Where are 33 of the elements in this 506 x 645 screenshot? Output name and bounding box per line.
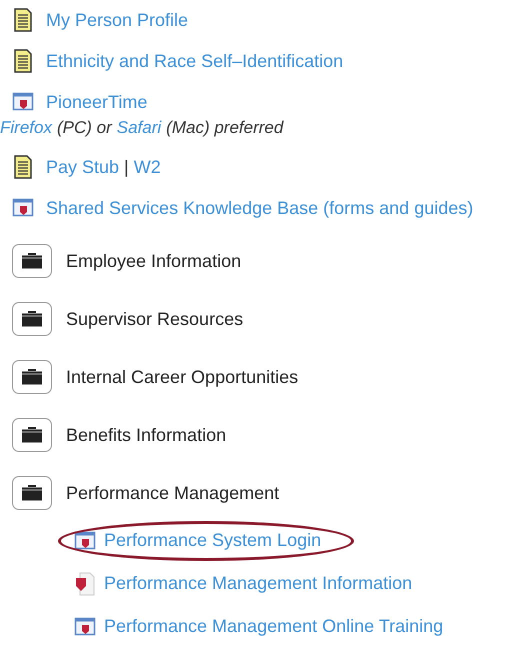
note-text: (Mac) preferred (166, 118, 284, 138)
folder-button[interactable] (12, 360, 52, 394)
link[interactable]: My Person Profile (46, 10, 188, 30)
folder-label[interactable]: Employee Information (66, 250, 242, 272)
link[interactable]: Performance System Login (104, 530, 322, 551)
link[interactable]: Safari (116, 118, 162, 138)
folder-button[interactable] (12, 244, 52, 278)
document-icon (12, 155, 34, 179)
link[interactable]: PioneerTime (46, 92, 148, 112)
folder-label[interactable]: Internal Career Opportunities (66, 366, 298, 388)
link[interactable]: Ethnicity and Race Self–Identification (46, 50, 344, 72)
link[interactable]: Performance Management Information (104, 573, 412, 594)
link[interactable]: W2 (134, 156, 161, 178)
folder-icon (22, 253, 42, 269)
folder-icon (22, 311, 42, 327)
link[interactable]: Pay Stub (46, 156, 120, 178)
note-text: (PC) or (56, 118, 112, 138)
document-icon (12, 8, 34, 32)
folder-label[interactable]: Supervisor Resources (66, 308, 244, 330)
folder-label[interactable]: Benefits Information (66, 424, 226, 446)
link[interactable]: Performance Management Online Training (104, 616, 444, 637)
folder-icon (22, 485, 42, 501)
folder-icon (22, 369, 42, 385)
link[interactable]: Firefox (0, 118, 52, 138)
folder-icon (22, 427, 42, 443)
separator: | (124, 156, 129, 178)
folder-button[interactable] (12, 418, 52, 452)
folder-label[interactable]: Performance Management (66, 482, 280, 504)
link[interactable]: Shared Services Knowledge Base (forms and guides) (46, 198, 474, 218)
folder-button[interactable] (12, 476, 52, 510)
folder-button[interactable] (12, 302, 52, 336)
shield-document-icon (74, 572, 96, 596)
document-icon (12, 49, 34, 73)
